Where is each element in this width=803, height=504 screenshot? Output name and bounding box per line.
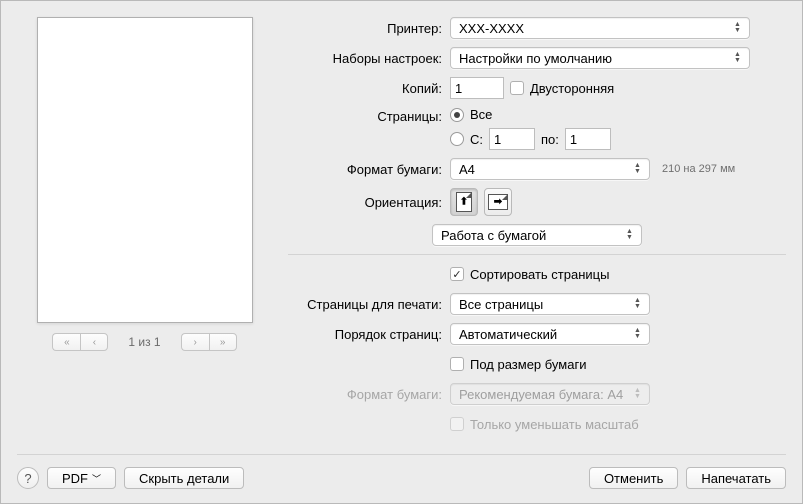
printer-value: XXX-XXXX (459, 21, 524, 36)
hide-details-button[interactable]: Скрыть детали (124, 467, 244, 489)
two-sided-checkbox[interactable] (510, 81, 524, 95)
updown-icon: ▲▼ (730, 50, 745, 66)
paper-size-label: Формат бумаги: (288, 162, 450, 177)
nav-prev-button[interactable]: ‹ (80, 333, 108, 351)
orientation-landscape-button[interactable]: ➡︎ (484, 188, 512, 216)
pages-to-print-label: Страницы для печати: (288, 297, 450, 312)
fit-to-paper-checkbox[interactable] (450, 357, 464, 371)
separator (288, 254, 786, 255)
nav-next-button[interactable]: › (181, 333, 209, 351)
dest-paper-select: Рекомендуемая бумага: A4 ▲▼ (450, 383, 650, 405)
page-order-label: Порядок страниц: (288, 327, 450, 342)
presets-value: Настройки по умолчанию (459, 51, 612, 66)
page-indicator: 1 из 1 (128, 335, 160, 349)
help-button[interactable]: ? (17, 467, 39, 489)
section-value: Работа с бумагой (441, 228, 546, 243)
main-area: « ‹ 1 из 1 › » Принтер: XXX-XXXX ▲▼ (17, 17, 786, 443)
chevron-down-icon: ﹀ (92, 472, 101, 485)
scale-down-label: Только уменьшать масштаб (470, 417, 639, 432)
page-order-value: Автоматический (459, 327, 557, 342)
page-order-select[interactable]: Автоматический ▲▼ (450, 323, 650, 345)
updown-icon: ▲▼ (730, 20, 745, 36)
form-column: Принтер: XXX-XXXX ▲▼ Наборы настроек: На… (288, 17, 786, 443)
updown-icon: ▲▼ (630, 386, 645, 402)
presets-label: Наборы настроек: (288, 51, 450, 66)
presets-select[interactable]: Настройки по умолчанию ▲▼ (450, 47, 750, 69)
copies-label: Копий: (288, 81, 450, 96)
pages-all-radio[interactable] (450, 108, 464, 122)
cancel-button[interactable]: Отменить (589, 467, 678, 489)
preview-nav: « ‹ 1 из 1 › » (17, 333, 272, 351)
print-dialog: « ‹ 1 из 1 › » Принтер: XXX-XXXX ▲▼ (0, 0, 803, 504)
pages-to-print-value: Все страницы (459, 297, 543, 312)
pages-all-label: Все (470, 107, 492, 122)
pages-label: Страницы: (288, 107, 450, 124)
nav-first-button[interactable]: « (52, 333, 80, 351)
updown-icon: ▲▼ (630, 296, 645, 312)
portrait-icon: ⬆︎ (456, 192, 472, 212)
pages-from-label: С: (470, 132, 483, 147)
preview-column: « ‹ 1 из 1 › » (17, 17, 272, 443)
pdf-label: PDF (62, 471, 88, 486)
updown-icon: ▲▼ (630, 326, 645, 342)
printer-select[interactable]: XXX-XXXX ▲▼ (450, 17, 750, 39)
two-sided-label: Двусторонняя (530, 81, 614, 96)
pages-from-input[interactable] (489, 128, 535, 150)
orientation-label: Ориентация: (288, 195, 450, 210)
preview-page (37, 17, 253, 323)
dest-paper-value: Рекомендуемая бумага: A4 (459, 387, 623, 402)
paper-size-hint: 210 на 297 мм (662, 163, 735, 175)
section-select[interactable]: Работа с бумагой ▲▼ (432, 224, 642, 246)
print-label: Напечатать (701, 471, 771, 486)
scale-down-checkbox (450, 417, 464, 431)
hide-details-label: Скрыть детали (139, 471, 229, 486)
pages-to-input[interactable] (565, 128, 611, 150)
cancel-label: Отменить (604, 471, 663, 486)
orientation-portrait-button[interactable]: ⬆︎ (450, 188, 478, 216)
print-button[interactable]: Напечатать (686, 467, 786, 489)
updown-icon: ▲▼ (622, 227, 637, 243)
nav-last-button[interactable]: » (209, 333, 237, 351)
copies-input[interactable] (450, 77, 504, 99)
pages-range-radio[interactable] (450, 132, 464, 146)
collate-label: Сортировать страницы (470, 267, 609, 282)
fit-to-paper-label: Под размер бумаги (470, 357, 586, 372)
bottom-bar: ? PDF ﹀ Скрыть детали Отменить Напечатат… (17, 454, 786, 489)
dest-paper-label: Формат бумаги: (288, 387, 450, 402)
landscape-icon: ➡︎ (488, 194, 508, 210)
pages-to-print-select[interactable]: Все страницы ▲▼ (450, 293, 650, 315)
paper-size-value: A4 (459, 162, 475, 177)
paper-size-select[interactable]: A4 ▲▼ (450, 158, 650, 180)
collate-checkbox[interactable]: ✓ (450, 267, 464, 281)
printer-label: Принтер: (288, 21, 450, 36)
updown-icon: ▲▼ (630, 161, 645, 177)
pdf-menu-button[interactable]: PDF ﹀ (47, 467, 116, 489)
pages-to-label: по: (541, 132, 559, 147)
